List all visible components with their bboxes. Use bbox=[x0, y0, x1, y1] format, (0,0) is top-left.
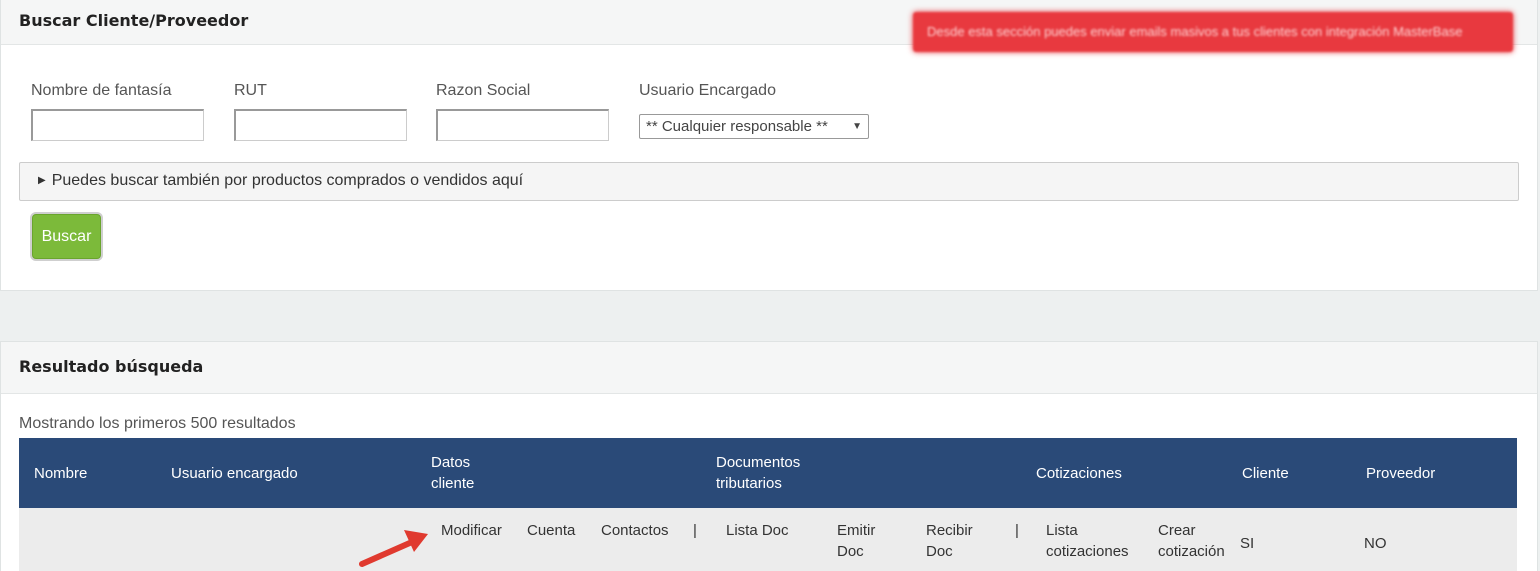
col-datos-line1: Datos bbox=[431, 454, 471, 471]
search-button[interactable]: Buscar bbox=[32, 214, 101, 259]
field-razon-social: Razon Social bbox=[436, 82, 609, 141]
emitir-line2: Doc bbox=[837, 543, 864, 560]
col-usuario-encargado: Usuario encargado bbox=[171, 464, 298, 482]
modificar-link[interactable]: Modificar bbox=[441, 520, 502, 541]
results-table: Nombre Usuario encargado Datos cliente Do… bbox=[19, 438, 1517, 571]
field-label: Usuario Encargado bbox=[639, 82, 776, 99]
field-label: RUT bbox=[234, 82, 267, 99]
rut-input[interactable] bbox=[234, 109, 407, 141]
col-cotizaciones: Cotizaciones bbox=[1036, 464, 1122, 482]
cuenta-link[interactable]: Cuenta bbox=[527, 520, 575, 541]
cell-nombre bbox=[19, 508, 156, 571]
products-search-toggle[interactable]: ▶ Puedes buscar también por productos com… bbox=[19, 162, 1519, 201]
nombre-fantasia-input[interactable] bbox=[31, 109, 204, 141]
contactos-link[interactable]: Contactos bbox=[601, 520, 669, 541]
separator: | bbox=[1015, 522, 1019, 539]
cell-documentos: Lista Doc Emitir Doc Recibir Doc | bbox=[701, 508, 1021, 571]
cell-proveedor: NO bbox=[1364, 534, 1387, 552]
field-label: Razon Social bbox=[436, 82, 531, 99]
select-value: ** Cualquier responsable ** bbox=[646, 118, 828, 135]
col-docs-line1: Documentos bbox=[716, 454, 801, 471]
red-arrow-annotation-icon bbox=[359, 530, 428, 567]
lista-cot-line2: cotizaciones bbox=[1046, 543, 1129, 560]
col-proveedor: Proveedor bbox=[1366, 464, 1436, 482]
search-panel-title: Buscar Cliente/Proveedor bbox=[19, 11, 249, 30]
crear-cotizacion-link[interactable]: Crear cotización bbox=[1158, 520, 1225, 562]
field-label: Nombre de fantasía bbox=[31, 82, 172, 99]
col-cliente: Cliente bbox=[1242, 464, 1289, 482]
emitir-doc-link[interactable]: Emitir Doc bbox=[837, 520, 875, 562]
caret-right-icon: ▶ bbox=[38, 175, 46, 186]
chevron-down-icon: ▼ bbox=[852, 121, 862, 132]
alert-banner[interactable]: Desde esta sección puedes enviar emails … bbox=[913, 12, 1513, 52]
table-row: Modificar Cuenta Contactos | Lista Doc E… bbox=[19, 508, 1517, 571]
cell-cotizaciones: Lista cotizaciones Crear cotización bbox=[1021, 508, 1225, 571]
usuario-encargado-select[interactable]: ** Cualquier responsable ** ▼ bbox=[639, 114, 869, 139]
field-rut: RUT bbox=[234, 82, 407, 141]
lista-cotizaciones-link[interactable]: Lista cotizaciones bbox=[1046, 520, 1129, 562]
recibir-line1: Recibir bbox=[926, 522, 973, 539]
col-nombre: Nombre bbox=[34, 464, 88, 482]
field-usuario-encargado: Usuario Encargado ** Cualquier responsab… bbox=[639, 82, 869, 139]
lista-cot-line1: Lista bbox=[1046, 522, 1078, 539]
recibir-line2: Doc bbox=[926, 543, 953, 560]
crear-line2: cotización bbox=[1158, 543, 1225, 560]
col-datos-cliente: Datos cliente bbox=[417, 438, 701, 508]
col-datos-line2: cliente bbox=[431, 475, 475, 492]
col-docs-line2: tributarios bbox=[716, 475, 782, 492]
cell-cliente: SI bbox=[1240, 534, 1255, 552]
field-nombre-fantasia: Nombre de fantasía bbox=[31, 82, 204, 141]
razon-social-input[interactable] bbox=[436, 109, 609, 141]
col-documentos-tributarios: Documentos tributarios bbox=[701, 438, 1021, 508]
recibir-doc-link[interactable]: Recibir Doc bbox=[926, 520, 973, 562]
lista-doc-link[interactable]: Lista Doc bbox=[726, 520, 789, 541]
products-toggle-label: Puedes buscar también por productos comp… bbox=[51, 172, 524, 189]
separator: | bbox=[693, 522, 697, 539]
result-panel-title: Resultado búsqueda bbox=[19, 357, 204, 376]
table-header-row: Nombre Usuario encargado Datos cliente Do… bbox=[19, 438, 1517, 508]
results-count-text: Mostrando los primeros 500 resultados bbox=[19, 415, 296, 432]
cell-datos-cliente: Modificar Cuenta Contactos | bbox=[417, 508, 701, 571]
crear-line1: Crear bbox=[1158, 522, 1196, 539]
emitir-line1: Emitir bbox=[837, 522, 876, 539]
result-panel-header: Resultado búsqueda bbox=[1, 342, 1537, 394]
